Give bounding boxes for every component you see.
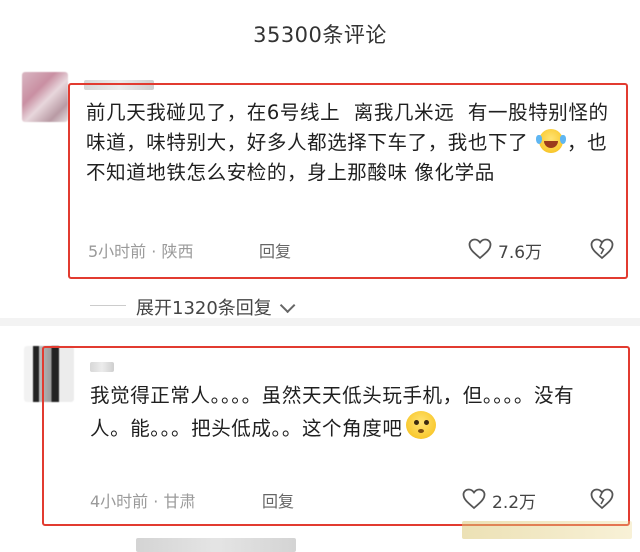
comment-text-part: 前几天我碰见了，在6号线上 离我几米远 有一股特别怪的味道，味特别大，好多人都选… [86,101,609,154]
comment-time-location: 5小时前 · 陕西 [88,242,194,261]
comment-text: 前几天我碰见了，在6号线上 离我几米远 有一股特别怪的味道，味特别大，好多人都选… [86,98,626,188]
broken-heart-icon[interactable] [590,238,614,260]
avatar[interactable] [22,72,68,122]
heart-outline-icon[interactable] [462,488,486,510]
sweat-face-emoji-icon [406,411,437,439]
truncated-expand-replies[interactable] [136,538,296,552]
comment-text-part: 我觉得正常人。。。。虽然天天低头玩手机，但。。。。没有人。能。。。把头低成。。这… [90,384,575,440]
like-count: 2.2万 [492,493,537,513]
expand-replies-label: 展开1320条回复 [136,298,272,319]
comment-text: 我觉得正常人。。。。虽然天天低头玩手机，但。。。。没有人。能。。。把头低成。。这… [90,381,610,444]
heart-outline-icon[interactable] [468,238,492,260]
chevron-down-icon [279,297,296,313]
reply-button[interactable]: 回复 [259,238,291,262]
comment-time-location: 4小时前 · 甘肃 [90,492,196,511]
comments-header: 35300条评论 [0,0,640,64]
reply-button[interactable]: 回复 [262,488,294,512]
expand-replies-button[interactable]: 展开1320条回复 [136,294,296,320]
expand-divider [90,305,126,306]
comment-count-title: 35300条评论 [253,23,387,47]
broken-heart-icon[interactable] [590,488,614,510]
section-divider [0,318,640,326]
watermark-blurred [462,521,632,539]
like-count: 7.6万 [498,243,543,263]
laughing-tears-emoji-icon [536,129,563,153]
